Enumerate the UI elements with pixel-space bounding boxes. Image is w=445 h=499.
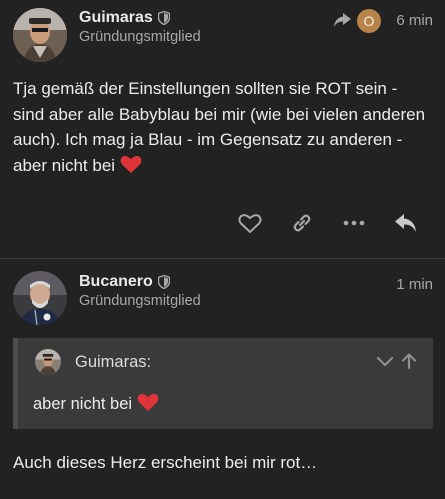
post-actions xyxy=(0,210,445,240)
avatar[interactable] xyxy=(13,8,67,62)
ellipsis-icon[interactable] xyxy=(341,210,367,236)
avatar[interactable] xyxy=(13,271,67,325)
reply-to-avatar[interactable]: O xyxy=(357,9,381,33)
post-guimaras: Guimaras Gründungsmitglied O 6 min Tja g… xyxy=(0,0,445,259)
quote-username[interactable]: Guimaras: xyxy=(75,353,151,372)
arrow-up-icon[interactable] xyxy=(400,352,418,370)
username[interactable]: Bucanero xyxy=(79,273,170,291)
reply-to-icon[interactable] xyxy=(333,11,353,29)
heart-emoji-icon xyxy=(137,393,159,412)
quote-block: Guimaras: aber nicht bei xyxy=(13,338,433,429)
heart-emoji-icon xyxy=(120,155,142,174)
heart-outline-icon[interactable] xyxy=(237,210,263,236)
chevron-down-icon[interactable] xyxy=(376,352,394,370)
shield-icon xyxy=(157,274,170,290)
post-body: Auch dieses Herz erscheint bei mir rot… xyxy=(13,453,318,472)
post-bucanero: Bucanero Gründungsmitglied 1 min Guimara… xyxy=(0,259,445,499)
user-title: Gründungsmitglied xyxy=(79,29,201,45)
post-body: Tja gemäß der Einstellungen sollten sie … xyxy=(13,79,426,175)
shield-icon xyxy=(157,10,171,26)
post-time[interactable]: 1 min xyxy=(396,276,433,293)
post-time[interactable]: 6 min xyxy=(396,12,433,29)
quote-avatar[interactable] xyxy=(35,349,61,375)
reply-icon[interactable] xyxy=(393,210,419,236)
username[interactable]: Guimaras xyxy=(79,9,171,27)
link-icon[interactable] xyxy=(289,210,315,236)
quote-text: aber nicht bei xyxy=(33,393,159,414)
user-title: Gründungsmitglied xyxy=(79,293,201,309)
